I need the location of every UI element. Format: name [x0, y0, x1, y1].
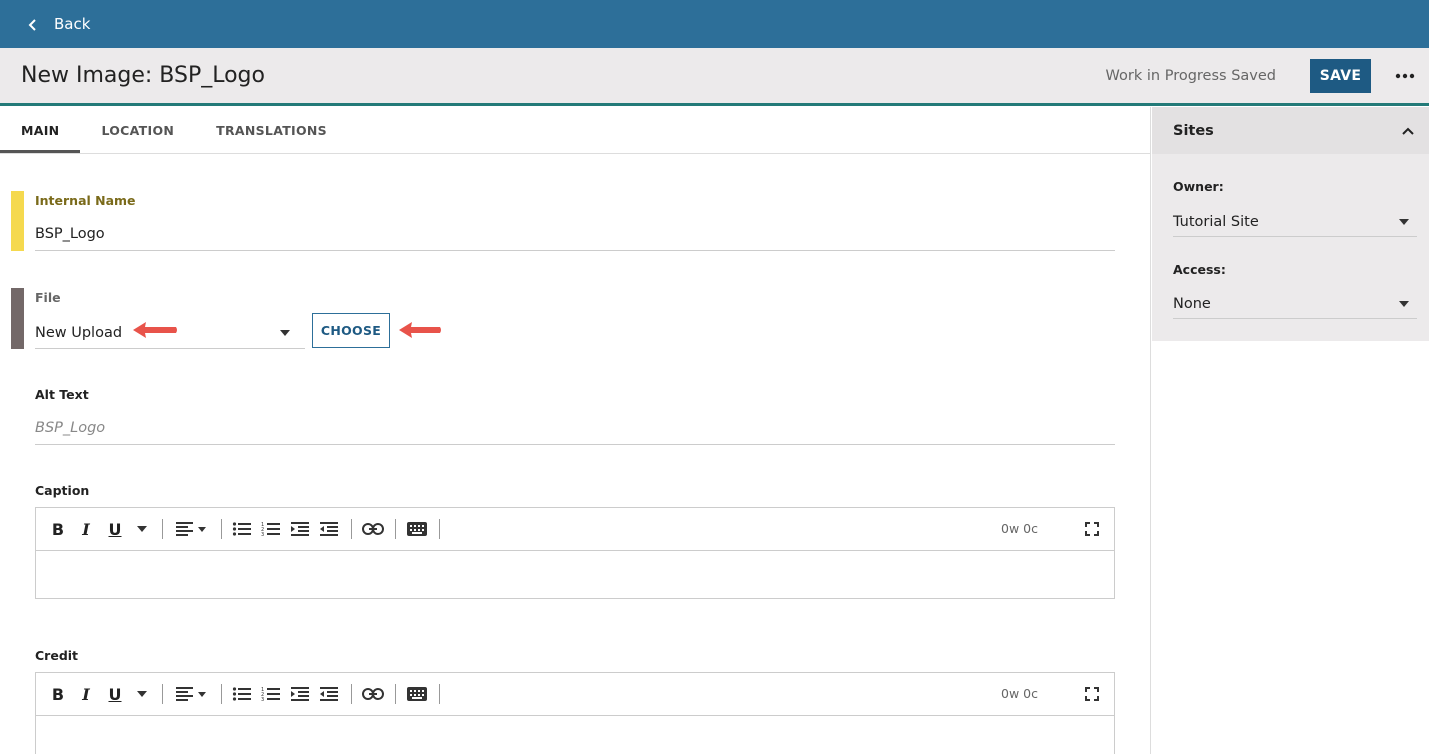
toolbar-divider	[351, 519, 352, 539]
internal-name-input[interactable]: BSP_Logo	[35, 226, 105, 242]
bullet-list-icon[interactable]	[232, 518, 252, 540]
caption-toolbar: B I U 123 0w 0c	[36, 508, 1114, 551]
file-indicator	[11, 288, 24, 349]
caption-editor: B I U 123 0w 0c	[35, 507, 1115, 599]
fullscreen-icon[interactable]	[1084, 683, 1100, 705]
credit-text-area[interactable]	[36, 716, 1114, 754]
tab-translations[interactable]: TRANSLATIONS	[195, 107, 348, 153]
align-left-icon[interactable]	[174, 518, 210, 540]
owner-select[interactable]: Tutorial Site	[1173, 207, 1417, 237]
sites-panel-header[interactable]: Sites	[1152, 107, 1429, 154]
owner-label: Owner:	[1173, 179, 1224, 194]
chevron-up-icon[interactable]	[1401, 121, 1415, 140]
chevron-down-icon[interactable]	[136, 518, 148, 540]
alt-text-label: Alt Text	[35, 387, 89, 402]
toolbar-divider	[162, 519, 163, 539]
indent-icon[interactable]	[290, 683, 310, 705]
toolbar-divider	[439, 684, 440, 704]
access-label: Access:	[1173, 262, 1226, 277]
chevron-down-icon[interactable]	[136, 683, 148, 705]
toolbar-divider	[221, 519, 222, 539]
back-button[interactable]: Back	[26, 15, 90, 33]
chevron-left-icon	[26, 17, 40, 31]
italic-icon[interactable]: I	[78, 683, 94, 705]
credit-label: Credit	[35, 648, 79, 663]
tab-main[interactable]: MAIN	[0, 107, 81, 153]
underline-icon[interactable]: U	[106, 518, 124, 540]
toolbar-divider	[439, 519, 440, 539]
align-left-icon[interactable]	[174, 683, 210, 705]
page-header: New Image: BSP_Logo Work in Progress Sav…	[0, 48, 1429, 106]
alt-text-underline	[35, 444, 1115, 445]
page-title: New Image: BSP_Logo	[21, 63, 265, 88]
indent-icon[interactable]	[290, 518, 310, 540]
bold-icon[interactable]: B	[50, 518, 66, 540]
svg-text:3: 3	[261, 532, 264, 537]
link-icon[interactable]	[362, 683, 384, 705]
sites-panel: Sites Owner: Tutorial Site Access: None	[1152, 107, 1429, 341]
back-label: Back	[54, 15, 91, 33]
access-value: None	[1173, 295, 1211, 312]
alt-text-input[interactable]: BSP_Logo	[35, 420, 105, 436]
chevron-down-icon	[280, 329, 290, 336]
internal-name-underline	[35, 250, 1115, 251]
save-status: Work in Progress Saved	[1105, 67, 1276, 84]
top-bar: Back	[0, 0, 1429, 48]
toolbar-divider	[395, 684, 396, 704]
file-type-value: New Upload	[35, 324, 123, 341]
annotation-arrow-icon	[133, 322, 177, 338]
tab-bar: MAIN LOCATION TRANSLATIONS	[0, 107, 1150, 154]
chevron-down-icon	[1399, 300, 1409, 307]
fullscreen-icon[interactable]	[1084, 518, 1100, 540]
word-count: 0w 0c	[1001, 686, 1038, 701]
italic-icon[interactable]: I	[78, 518, 94, 540]
toolbar-divider	[162, 684, 163, 704]
caption-text-area[interactable]	[36, 551, 1114, 598]
annotation-arrow-icon	[399, 322, 441, 338]
chevron-down-icon	[1399, 218, 1409, 225]
toolbar-divider	[221, 684, 222, 704]
toolbar-divider	[351, 684, 352, 704]
choose-file-button[interactable]: CHOOSE	[312, 313, 390, 348]
more-options-icon[interactable]	[1393, 64, 1417, 88]
numbered-list-icon[interactable]: 123	[261, 683, 281, 705]
file-label: File	[35, 290, 61, 305]
svg-text:3: 3	[261, 697, 264, 702]
bold-icon[interactable]: B	[50, 683, 66, 705]
owner-value: Tutorial Site	[1173, 213, 1259, 230]
access-select[interactable]: None	[1173, 289, 1417, 319]
keyboard-icon[interactable]	[407, 518, 427, 540]
toolbar-divider	[395, 519, 396, 539]
caption-label: Caption	[35, 483, 90, 498]
credit-editor: B I U 123 0w 0c	[35, 672, 1115, 754]
main-panel: MAIN LOCATION TRANSLATIONS Internal Name…	[0, 107, 1151, 754]
keyboard-icon[interactable]	[407, 683, 427, 705]
tab-location[interactable]: LOCATION	[80, 107, 195, 153]
internal-name-label: Internal Name	[35, 193, 136, 208]
numbered-list-icon[interactable]: 123	[261, 518, 281, 540]
sites-panel-title: Sites	[1173, 122, 1214, 139]
bullet-list-icon[interactable]	[232, 683, 252, 705]
link-icon[interactable]	[362, 518, 384, 540]
credit-toolbar: B I U 123 0w 0c	[36, 673, 1114, 716]
word-count: 0w 0c	[1001, 521, 1038, 536]
save-button[interactable]: SAVE	[1310, 58, 1371, 93]
underline-icon[interactable]: U	[106, 683, 124, 705]
outdent-icon[interactable]	[319, 683, 339, 705]
outdent-icon[interactable]	[319, 518, 339, 540]
internal-name-indicator	[11, 191, 24, 251]
